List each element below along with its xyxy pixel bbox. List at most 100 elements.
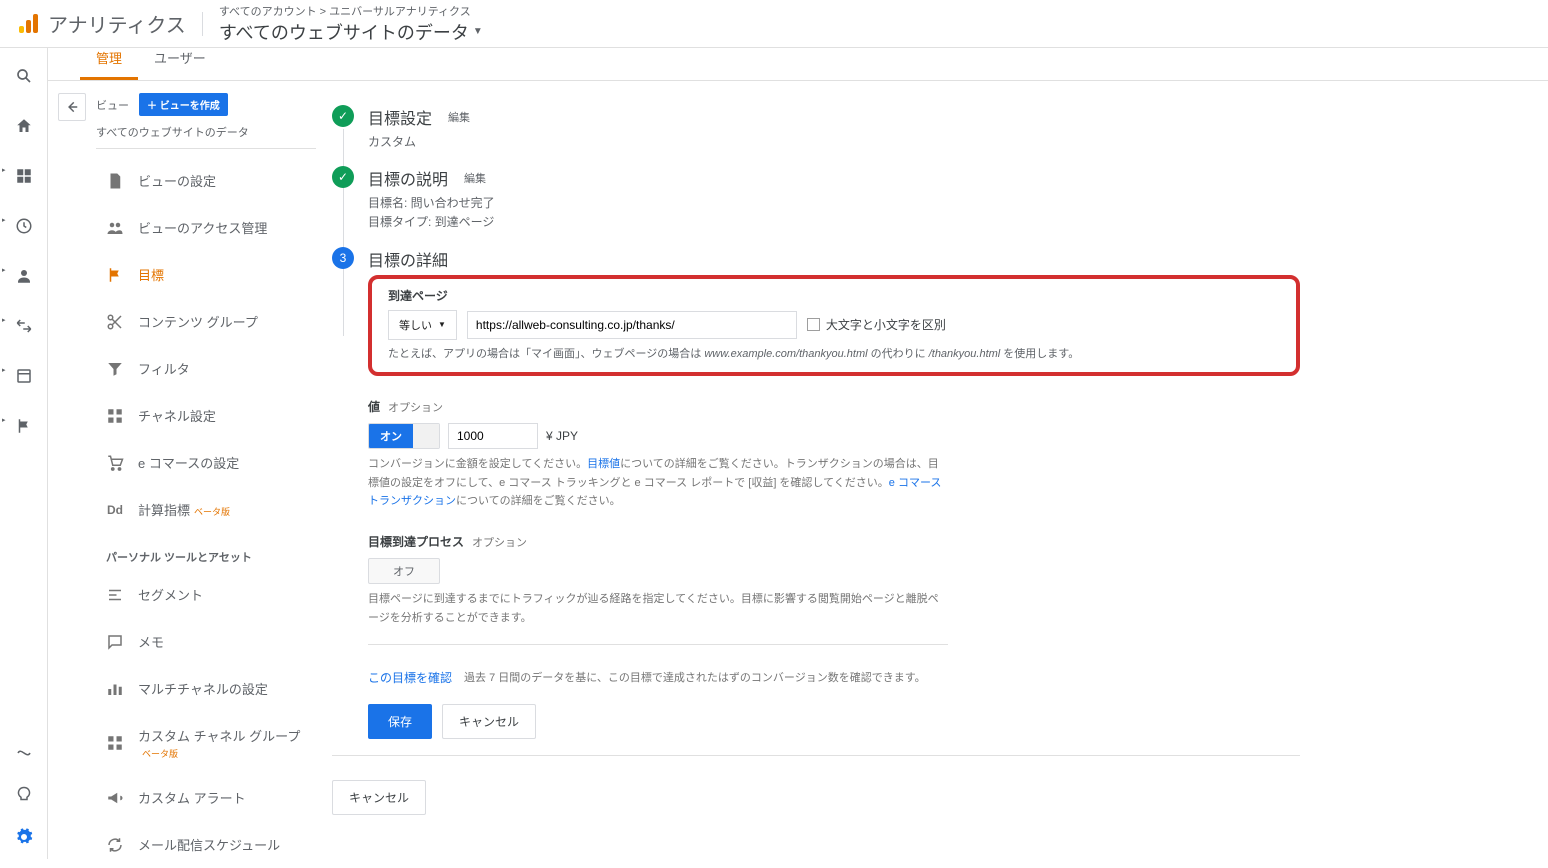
step-2: ✓ 目標の説明 編集 目標名: 問い合わせ完了 目標タイプ: 到達ページ bbox=[332, 166, 1300, 232]
grid-icon bbox=[106, 407, 124, 425]
cancel-button[interactable]: キャンセル bbox=[442, 704, 536, 739]
step3-number: 3 bbox=[332, 247, 354, 269]
view-selector[interactable]: すべてのウェブサイトのデータ ▼ bbox=[219, 19, 483, 45]
menu-segments[interactable]: セグメント bbox=[96, 571, 316, 618]
left-icon-rail: ▸ ▸ ▸ ▸ ▸ ▸ bbox=[0, 48, 48, 859]
home-icon[interactable] bbox=[14, 116, 34, 136]
refresh-icon bbox=[106, 836, 124, 854]
menu-multichannel[interactable]: マルチチャネルの設定 bbox=[96, 665, 316, 712]
menu-custom-alert[interactable]: カスタム アラート bbox=[96, 774, 316, 821]
funnel-section: 目標到達プロセス オプション オフ 目標ページに到達するまでにトラフィックが辿る… bbox=[368, 533, 1300, 627]
menu-content-groups[interactable]: コンテンツ グループ bbox=[96, 298, 316, 345]
person-icon[interactable] bbox=[14, 266, 34, 286]
goal-form: ✓ 目標設定 編集 カスタム ✓ 目標 bbox=[316, 81, 1316, 868]
menu-view-settings[interactable]: ビューの設定 bbox=[96, 157, 316, 204]
cart-icon bbox=[106, 454, 124, 472]
admin-gear-icon[interactable] bbox=[14, 827, 34, 847]
tab-user[interactable]: ユーザー bbox=[138, 48, 222, 80]
step2-type: 目標タイプ: 到達ページ bbox=[368, 213, 1300, 232]
menu-memo[interactable]: メモ bbox=[96, 618, 316, 665]
currency-label: ¥ JPY bbox=[546, 429, 578, 443]
grid-icon bbox=[106, 734, 124, 752]
value-toggle[interactable]: オン bbox=[368, 423, 440, 449]
tab-bar: 管理 ユーザー bbox=[48, 48, 1548, 81]
menu-email-schedule[interactable]: メール配信スケジュール bbox=[96, 821, 316, 868]
funnel-label: 目標到達プロセス bbox=[368, 533, 464, 550]
funnel-toggle[interactable]: オフ bbox=[368, 558, 440, 584]
goal-value-link[interactable]: 目標値 bbox=[587, 458, 620, 470]
step3-title: 目標の詳細 bbox=[368, 247, 448, 271]
menu-filters[interactable]: フィルタ bbox=[96, 345, 316, 392]
destination-hint: たとえば、アプリの場合は「マイ画面」、ウェブページの場合は www.exampl… bbox=[388, 346, 1280, 363]
bars-icon bbox=[106, 680, 124, 698]
arrows-icon[interactable] bbox=[14, 316, 34, 336]
menu-ecommerce[interactable]: e コマースの設定 bbox=[96, 439, 316, 486]
caret-down-icon: ▼ bbox=[438, 320, 446, 329]
funnel-description: 目標ページに到達するまでにトラフィックが辿る経路を指定してください。目標に影響す… bbox=[368, 590, 948, 627]
verify-row: この目標を確認 過去 7 日間のデータを基に、この目標で達成されたはずのコンバー… bbox=[368, 669, 1300, 686]
save-button[interactable]: 保存 bbox=[368, 704, 432, 739]
current-view-name[interactable]: すべてのウェブサイトのデータ bbox=[96, 124, 316, 149]
verify-goal-link[interactable]: この目標を確認 bbox=[368, 669, 452, 686]
dd-icon: Dd bbox=[106, 501, 124, 519]
divider bbox=[332, 755, 1300, 756]
menu-custom-channel[interactable]: カスタム チャネル グループベータ版 bbox=[96, 712, 316, 774]
step2-title: 目標の説明 bbox=[368, 166, 448, 190]
step1-title: 目標設定 bbox=[368, 105, 432, 129]
dashboard-icon[interactable] bbox=[14, 166, 34, 186]
breadcrumb: すべてのアカウント > ユニバーサルアナリティクス bbox=[219, 3, 483, 19]
menu-channel-settings[interactable]: チャネル設定 bbox=[96, 392, 316, 439]
section-personal: パーソナル ツールとアセット bbox=[96, 533, 316, 571]
funnel-optional: オプション bbox=[472, 534, 527, 550]
destination-label: 到達ページ bbox=[388, 287, 1280, 304]
value-description: コンバージョンに金額を設定してください。目標値についての詳細をご覧ください。トラ… bbox=[368, 455, 948, 511]
people-icon bbox=[106, 219, 124, 237]
flag-icon bbox=[106, 266, 124, 284]
destination-url-input[interactable] bbox=[467, 311, 797, 339]
outer-cancel-button[interactable]: キャンセル bbox=[332, 780, 426, 815]
step-1: ✓ 目標設定 編集 カスタム bbox=[332, 105, 1300, 152]
flag-icon[interactable] bbox=[14, 416, 34, 436]
verify-text: 過去 7 日間のデータを基に、この目標で達成されたはずのコンバージョン数を確認で… bbox=[464, 669, 926, 685]
check-icon: ✓ bbox=[332, 166, 354, 188]
page-icon[interactable] bbox=[14, 366, 34, 386]
value-optional: オプション bbox=[388, 399, 443, 415]
scissors-icon bbox=[106, 313, 124, 331]
menu-view-access[interactable]: ビューのアクセス管理 bbox=[96, 204, 316, 251]
view-menu: ビューの設定 ビューのアクセス管理 目標 コンテンツ グループ フィルタ チャネ… bbox=[96, 157, 316, 868]
create-view-button[interactable]: ＋ ビューを作成 bbox=[139, 93, 228, 116]
value-amount-input[interactable] bbox=[448, 423, 538, 449]
step1-info: カスタム bbox=[368, 133, 1300, 152]
value-label: 値 bbox=[368, 398, 380, 415]
search-icon[interactable] bbox=[14, 66, 34, 86]
match-type-select[interactable]: 等しい ▼ bbox=[388, 310, 457, 340]
attribution-icon[interactable] bbox=[14, 743, 34, 763]
app-header: アナリティクス すべてのアカウント > ユニバーサルアナリティクス すべてのウェ… bbox=[0, 0, 1548, 48]
step2-name: 目標名: 問い合わせ完了 bbox=[368, 194, 1300, 213]
check-icon: ✓ bbox=[332, 105, 354, 127]
megaphone-icon bbox=[106, 789, 124, 807]
step1-edit-link[interactable]: 編集 bbox=[448, 109, 470, 125]
product-name: アナリティクス bbox=[48, 9, 186, 38]
segment-icon bbox=[106, 586, 124, 604]
destination-highlight: 到達ページ 等しい ▼ 大文字と小文字を区別 bbox=[368, 275, 1300, 377]
clock-icon[interactable] bbox=[14, 216, 34, 236]
menu-calc-metrics[interactable]: Dd計算指標ベータ版 bbox=[96, 486, 316, 533]
logo[interactable]: アナリティクス bbox=[16, 9, 186, 38]
step-3: 3 目標の詳細 到達ページ 等しい ▼ bbox=[332, 247, 1300, 377]
value-section: 値 オプション オン ¥ JPY コンバージョンに金額を設定してください。目標値… bbox=[368, 398, 1300, 511]
tab-admin[interactable]: 管理 bbox=[80, 48, 138, 80]
funnel-icon bbox=[106, 360, 124, 378]
menu-goals[interactable]: 目標 bbox=[96, 251, 316, 298]
discover-icon[interactable] bbox=[14, 785, 34, 805]
case-sensitive-checkbox[interactable]: 大文字と小文字を区別 bbox=[807, 316, 946, 333]
account-selector[interactable]: すべてのアカウント > ユニバーサルアナリティクス すべてのウェブサイトのデータ… bbox=[219, 3, 483, 45]
file-icon bbox=[106, 172, 124, 190]
view-label: ビュー bbox=[96, 97, 129, 113]
header-divider bbox=[202, 12, 203, 36]
chat-icon bbox=[106, 633, 124, 651]
view-column: ビュー ＋ ビューを作成 すべてのウェブサイトのデータ ビューの設定 ビューのア… bbox=[96, 81, 316, 868]
step2-edit-link[interactable]: 編集 bbox=[464, 170, 486, 186]
checkbox-icon bbox=[807, 318, 820, 331]
back-button[interactable] bbox=[58, 93, 86, 121]
